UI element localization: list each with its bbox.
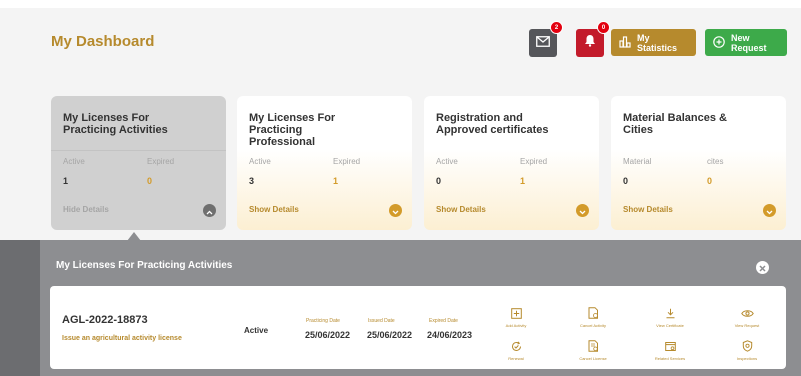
card-practicing-activities[interactable]: My Licenses For Practicing Activities Ac… xyxy=(51,96,226,230)
license-status: Active xyxy=(244,326,269,335)
expired-count: 1 xyxy=(333,176,339,186)
cancel-activity-icon xyxy=(586,306,600,320)
chevron-up-icon xyxy=(206,202,213,220)
chevron-down-icon xyxy=(392,202,399,220)
active-label: Active xyxy=(436,157,458,166)
notifications-button[interactable]: 0 xyxy=(576,21,610,57)
license-description: Issue an agricultural activity license xyxy=(62,335,182,342)
plus-circle-icon xyxy=(713,35,725,50)
issued-date-label: Issued Date xyxy=(368,318,395,324)
view-certificate-label: View Certificate xyxy=(656,323,684,328)
new-request-button[interactable]: New Request xyxy=(705,29,787,56)
card-registration-certificates[interactable]: Registration and Approved certificates A… xyxy=(424,96,599,230)
add-activity-label: Add Activity xyxy=(505,323,527,328)
active-count: 1 xyxy=(63,176,69,186)
related-services-button[interactable]: Related Services xyxy=(640,339,700,361)
renewal-label: Renewal xyxy=(508,356,524,361)
download-icon xyxy=(663,306,677,320)
practicing-date-value: 25/06/2022 xyxy=(305,330,351,340)
close-panel-button[interactable] xyxy=(756,261,769,274)
card-title: My Licenses For Practicing Professional xyxy=(249,112,336,148)
material-count: 0 xyxy=(623,176,629,186)
inspections-icon xyxy=(740,339,754,353)
cancel-activity-label: Cancel Activity xyxy=(579,323,606,328)
renew-icon xyxy=(509,339,523,353)
cancel-license-label: Cancel License xyxy=(579,356,607,361)
show-details-link[interactable]: Show Details xyxy=(623,205,673,214)
expired-label: Expired xyxy=(520,157,548,166)
view-certificate-button[interactable]: View Certificate xyxy=(640,306,700,328)
chevron-down-icon xyxy=(579,202,586,220)
show-details-link[interactable]: Show Details xyxy=(249,205,299,214)
bell-badge: 0 xyxy=(597,21,610,34)
messages-button[interactable]: 2 xyxy=(529,21,563,57)
bell-icon xyxy=(584,34,596,52)
license-number[interactable]: AGL-2022-18873 xyxy=(62,314,148,326)
inspections-button[interactable]: Inspections xyxy=(717,339,777,361)
related-services-icon xyxy=(663,339,677,353)
expand-button[interactable] xyxy=(389,204,402,217)
material-label: Material xyxy=(623,157,652,166)
renewal-button[interactable]: Renewal xyxy=(486,339,546,361)
page-title: My Dashboard xyxy=(51,33,155,50)
my-statistics-button[interactable]: My Statistics xyxy=(611,29,696,56)
expired-date-label: Expired Date xyxy=(429,318,458,324)
card-divider xyxy=(51,150,226,151)
related-services-label: Related Services xyxy=(654,356,686,361)
chevron-down-icon xyxy=(766,202,773,220)
eye-icon xyxy=(740,306,754,320)
view-request-label: View Request xyxy=(734,323,760,328)
top-strip xyxy=(0,0,801,8)
card-title: Material Balances & Cities xyxy=(623,112,727,136)
issued-date-value: 25/06/2022 xyxy=(367,330,413,340)
collapse-button[interactable] xyxy=(203,204,216,217)
cancel-license-button[interactable]: Cancel License xyxy=(563,339,623,361)
practicing-date-label: Practicing Date xyxy=(306,318,340,324)
license-row: AGL-2022-18873 Issue an agricultural act… xyxy=(50,286,786,369)
panel-title: My Licenses For Practicing Activities xyxy=(56,260,233,271)
expired-date-value: 24/06/2023 xyxy=(427,330,473,340)
active-label: Active xyxy=(249,157,271,166)
card-title: Registration and Approved certificates xyxy=(436,112,549,136)
active-count: 3 xyxy=(249,176,255,186)
expand-button[interactable] xyxy=(763,204,776,217)
inspections-label: Inspections xyxy=(736,356,758,361)
add-activity-icon xyxy=(509,306,523,320)
view-request-button[interactable]: View Request xyxy=(717,306,777,328)
show-details-link[interactable]: Show Details xyxy=(436,205,486,214)
expired-count: 0 xyxy=(147,176,153,186)
expired-label: Expired xyxy=(147,157,175,166)
card-material-balances[interactable]: Material Balances & Cities Material cite… xyxy=(611,96,786,230)
cancel-license-icon xyxy=(586,339,600,353)
statistics-icon xyxy=(619,35,631,50)
cancel-activity-button[interactable]: Cancel Activity xyxy=(563,306,623,328)
cities-count: 0 xyxy=(707,176,713,186)
expand-button[interactable] xyxy=(576,204,589,217)
card-title: My Licenses For Practicing Activities xyxy=(63,112,168,136)
panel-left-edge xyxy=(0,240,40,376)
expired-label: Expired xyxy=(333,157,361,166)
active-label: Active xyxy=(63,157,85,166)
expired-count: 1 xyxy=(520,176,526,186)
new-request-label: New Request xyxy=(731,32,767,53)
card-practicing-professional[interactable]: My Licenses For Practicing Professional … xyxy=(237,96,412,230)
add-activity-button[interactable]: Add Activity xyxy=(486,306,546,328)
panel-pointer xyxy=(127,232,141,241)
close-icon xyxy=(759,259,766,277)
mail-badge: 2 xyxy=(550,21,563,34)
cities-label: cites xyxy=(707,157,724,166)
mail-icon xyxy=(536,34,550,52)
my-statistics-label: My Statistics xyxy=(637,32,678,53)
active-count: 0 xyxy=(436,176,442,186)
hide-details-link[interactable]: Hide Details xyxy=(63,205,109,214)
